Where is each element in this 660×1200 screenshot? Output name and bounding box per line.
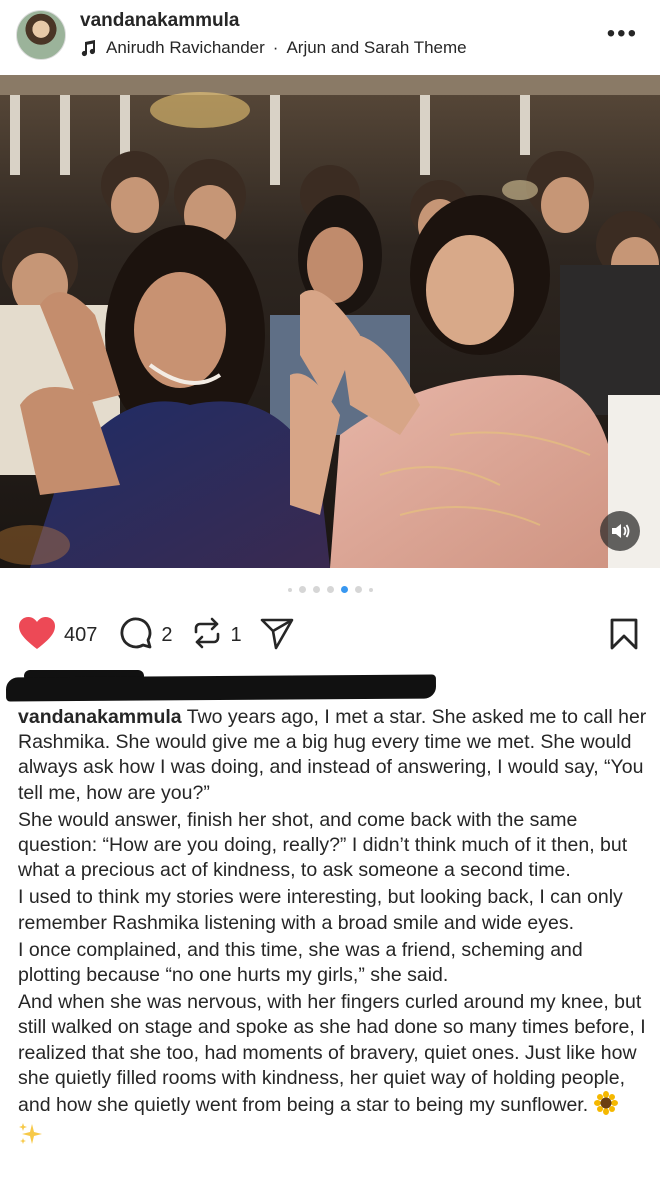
repost-button[interactable]: 1 xyxy=(191,617,242,654)
audio-toggle-button[interactable] xyxy=(600,511,640,551)
heart-filled-icon xyxy=(18,616,56,655)
music-track: Arjun and Sarah Theme xyxy=(286,38,467,57)
caption-paragraph: She would answer, finish her shot, and c… xyxy=(18,808,628,882)
carousel-dot-active xyxy=(340,586,348,593)
carousel-dot xyxy=(312,586,320,593)
caption-username[interactable]: vandanakammula xyxy=(18,706,182,728)
carousel-dot xyxy=(298,586,306,593)
sunflower-emoji-icon xyxy=(593,1091,618,1122)
send-icon xyxy=(260,616,294,655)
caption-paragraph: I once complained, and this time, she wa… xyxy=(18,938,583,987)
music-artist: Anirudh Ravichander xyxy=(106,38,265,57)
post-caption: vandanakammula Two years ago, I met a st… xyxy=(18,705,648,1155)
carousel-dot xyxy=(326,586,334,593)
caption-paragraph: I used to think my stories were interest… xyxy=(18,886,623,934)
avatar[interactable] xyxy=(16,10,66,60)
share-button[interactable] xyxy=(260,616,294,655)
redacted-marker xyxy=(5,670,438,702)
bookmark-icon xyxy=(610,618,638,654)
caption-paragraph: And when she was nervous, with her finge… xyxy=(18,991,646,1117)
like-count: 407 xyxy=(64,623,98,646)
carousel-dot xyxy=(354,586,362,593)
music-separator: · xyxy=(272,38,279,57)
music-note-icon xyxy=(80,39,98,57)
sparkles-emoji-icon xyxy=(18,1122,44,1153)
carousel-dot xyxy=(368,587,373,592)
music-info[interactable]: Anirudh Ravichander · Arjun and Sarah Th… xyxy=(80,38,467,58)
speaker-icon xyxy=(609,520,631,542)
repost-count: 1 xyxy=(230,623,242,646)
post-photo[interactable] xyxy=(0,75,660,568)
comment-button[interactable]: 2 xyxy=(119,616,173,655)
carousel-indicator xyxy=(0,586,660,593)
post-username[interactable]: vandanakammula xyxy=(80,10,239,32)
action-bar: 407 2 1 xyxy=(18,612,642,658)
post-header: vandanakammula Anirudh Ravichander · Arj… xyxy=(0,0,660,75)
carousel-dot xyxy=(287,587,292,592)
save-button[interactable] xyxy=(610,618,638,655)
more-options-icon[interactable]: ••• xyxy=(607,22,638,46)
like-button[interactable]: 407 xyxy=(18,616,97,655)
repost-icon xyxy=(191,617,223,654)
comment-count: 2 xyxy=(161,623,173,646)
comment-icon xyxy=(119,616,153,655)
